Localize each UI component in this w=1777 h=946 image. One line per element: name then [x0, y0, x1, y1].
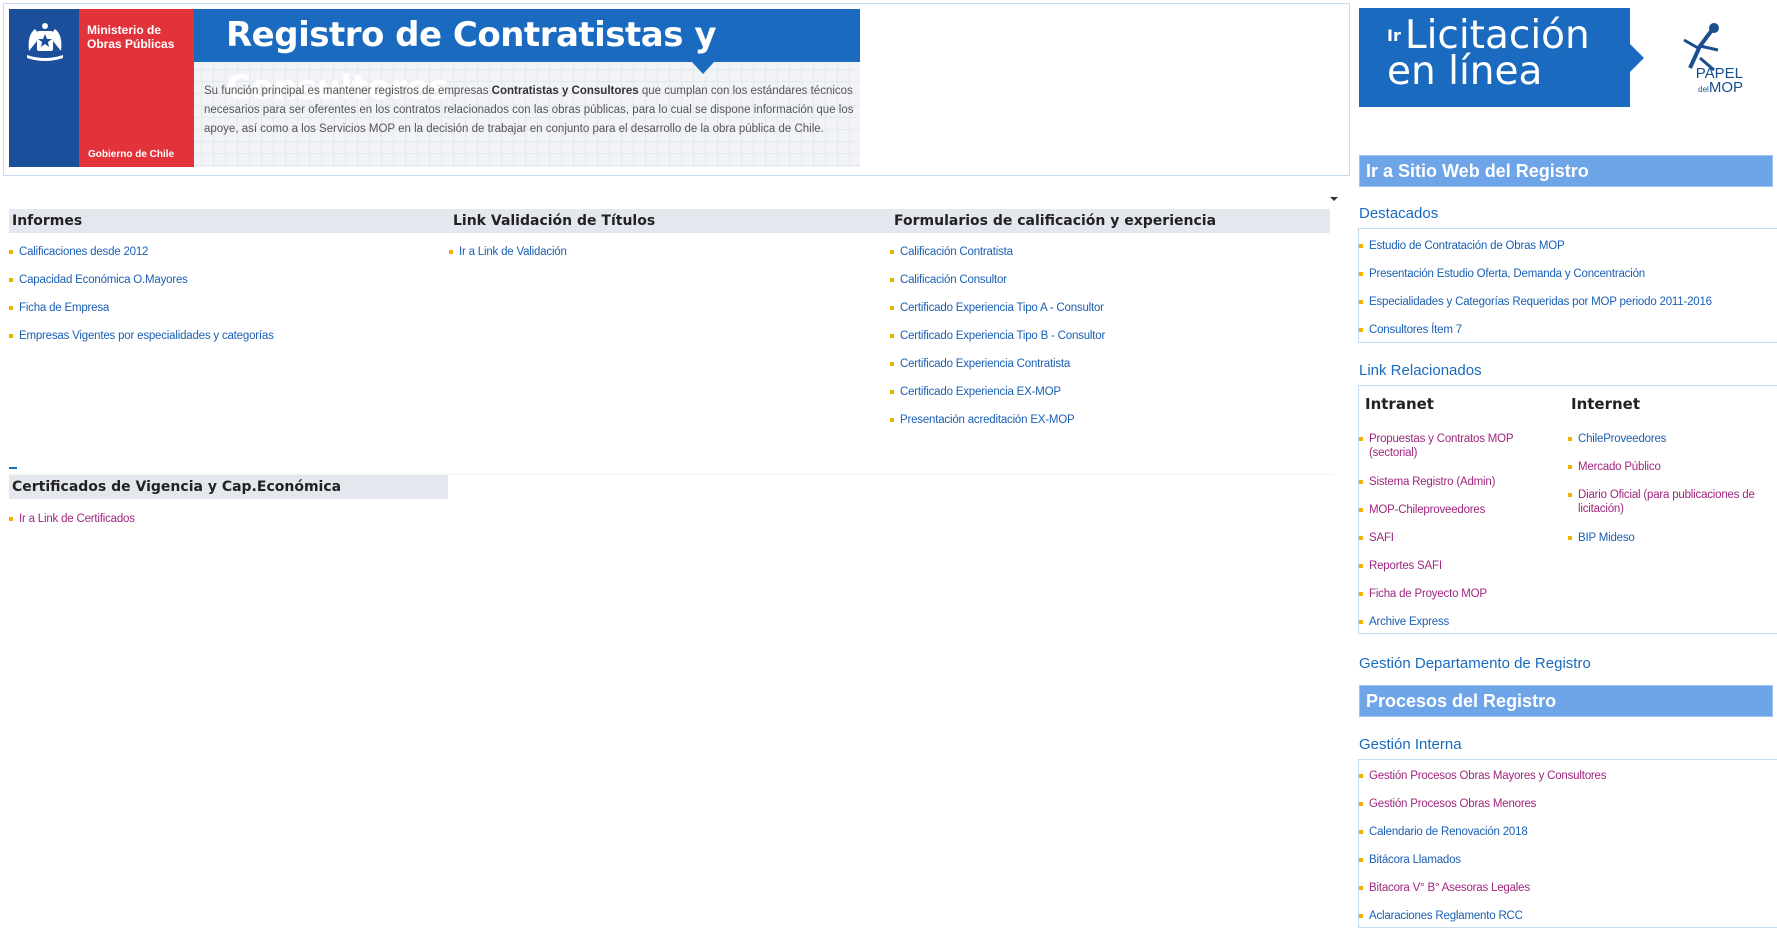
list-item[interactable]: Gestión Procesos Obras Menores [1359, 797, 1606, 825]
list-item[interactable]: Certificado Experiencia Contratista [890, 357, 1105, 385]
banner: Ministerio de Obras Públicas Gobierno de… [9, 9, 860, 167]
list-item[interactable]: Calificación Contratista [890, 245, 1105, 273]
desc-bold: Contratistas y Consultores [491, 85, 639, 97]
sitio-web-registro-link[interactable]: Ir a Sitio Web del Registro [1359, 155, 1773, 187]
internet-list: ChileProveedores Mercado Público Diario … [1568, 432, 1768, 559]
ad-line2: en línea [1387, 49, 1543, 94]
internet-header: Internet [1571, 395, 1641, 413]
informes-list: Calificaciones desde 2012 Capacidad Econ… [9, 245, 274, 357]
desc-pre: Su función principal es mantener registr… [204, 85, 492, 97]
list-item[interactable]: Consultores Ítem 7 [1359, 323, 1712, 351]
list-item[interactable]: Certificado Experiencia Tipo A - Consult… [890, 301, 1105, 329]
chevron-down-icon[interactable] [1330, 197, 1338, 201]
validacion-header: Link Validación de Títulos [450, 209, 891, 233]
list-item[interactable]: Sistema Registro (Admin) [1359, 475, 1549, 503]
gobierno-de-chile-label: Gobierno de Chile [88, 149, 175, 160]
list-item[interactable]: SAFI [1359, 531, 1549, 559]
ad-del: del [1698, 85, 1709, 94]
ministry-logo-text: Ministerio de Obras Públicas [87, 23, 174, 51]
ad-ir: Ir [1387, 26, 1401, 45]
list-item[interactable]: Presentación Estudio Oferta, Demanda y C… [1359, 267, 1712, 295]
list-item[interactable]: Ir a Link de Certificados [9, 512, 135, 540]
licitacion-en-linea-banner[interactable]: Ir Licitación en línea PAPEL delMOP [1359, 8, 1765, 107]
ad-mop: MOP [1708, 79, 1743, 96]
list-item[interactable]: Bitácora Llamados [1359, 853, 1606, 881]
list-item[interactable]: Calendario de Renovación 2018 [1359, 825, 1606, 853]
list-item[interactable]: Ficha de Empresa [9, 301, 274, 329]
list-item[interactable]: Certificado Experiencia EX-MOP [890, 385, 1105, 413]
title-notch [692, 62, 714, 74]
list-item[interactable]: Especialidades y Categorías Requeridas p… [1359, 295, 1712, 323]
gestion-interna-header: Gestión Interna [1359, 736, 1462, 753]
intranet-list: Propuestas y Contratos MOP (sectorial) S… [1359, 432, 1549, 643]
formularios-list: Calificación Contratista Calificación Co… [890, 245, 1105, 441]
gestion-departamento-link[interactable]: Gestión Departamento de Registro [1359, 655, 1591, 672]
certificados-list: Ir a Link de Certificados [9, 512, 135, 540]
list-item[interactable]: MOP-Chileproveedores [1359, 503, 1549, 531]
ad-headline: Ir Licitación en línea [1387, 16, 1590, 94]
list-item[interactable]: Aclaraciones Reglamento RCC [1359, 909, 1606, 937]
list-item[interactable]: Archive Express [1359, 615, 1549, 643]
list-item[interactable]: Mercado Público [1568, 460, 1768, 488]
ad-arrow [1630, 44, 1644, 72]
list-item[interactable]: Certificado Experiencia Tipo B - Consult… [890, 329, 1105, 357]
papel-del-mop-logo: PAPEL delMOP [1696, 66, 1743, 97]
list-item[interactable]: Calificación Consultor [890, 273, 1105, 301]
certificados-header: Certificados de Vigencia y Cap.Económica [9, 475, 448, 499]
list-item[interactable]: ChileProveedores [1568, 432, 1768, 460]
destacados-header: Destacados [1359, 205, 1439, 222]
list-item[interactable]: Estudio de Contratación de Obras MOP [1359, 239, 1712, 267]
ministry-line2: Obras Públicas [87, 37, 175, 51]
gestion-interna-list: Gestión Procesos Obras Mayores y Consult… [1359, 769, 1606, 937]
validacion-list: Ir a Link de Validación [449, 245, 567, 273]
ad-right-panel: PAPEL delMOP [1630, 8, 1765, 107]
list-item[interactable]: Bitacora V° B° Asesoras Legales [1359, 881, 1606, 909]
coat-of-arms-icon [27, 23, 63, 61]
destacados-list: Estudio de Contratación de Obras MOP Pre… [1359, 239, 1712, 351]
link-relacionados-header: Link Relacionados [1359, 362, 1482, 379]
formularios-header: Formularios de calificación y experienci… [891, 209, 1330, 233]
logo-blue-block [9, 9, 79, 167]
banner-description: Su función principal es mantener registr… [204, 82, 854, 139]
list-item[interactable]: Presentación acreditación EX-MOP [890, 413, 1105, 441]
title-bar: Registro de Contratistas y Consultores [194, 9, 860, 108]
list-item[interactable]: Diario Oficial (para publicaciones de li… [1568, 488, 1768, 531]
list-item[interactable]: Calificaciones desde 2012 [9, 245, 274, 273]
list-item[interactable]: BIP Mideso [1568, 531, 1768, 559]
informes-header: Informes [9, 209, 450, 233]
list-item[interactable]: Ficha de Proyecto MOP [1359, 587, 1549, 615]
list-item[interactable]: Reportes SAFI [1359, 559, 1549, 587]
list-item[interactable]: Empresas Vigentes por especialidades y c… [9, 329, 274, 357]
procesos-registro-link[interactable]: Procesos del Registro [1359, 685, 1773, 717]
intranet-header: Intranet [1365, 395, 1434, 413]
list-item[interactable]: Capacidad Económica O.Mayores [9, 273, 274, 301]
list-item[interactable]: Ir a Link de Validación [449, 245, 567, 273]
ministry-line1: Ministerio de [87, 23, 162, 37]
list-item[interactable]: Gestión Procesos Obras Mayores y Consult… [1359, 769, 1606, 797]
list-item[interactable]: Propuestas y Contratos MOP (sectorial) [1359, 432, 1549, 475]
small-dash [9, 467, 17, 469]
